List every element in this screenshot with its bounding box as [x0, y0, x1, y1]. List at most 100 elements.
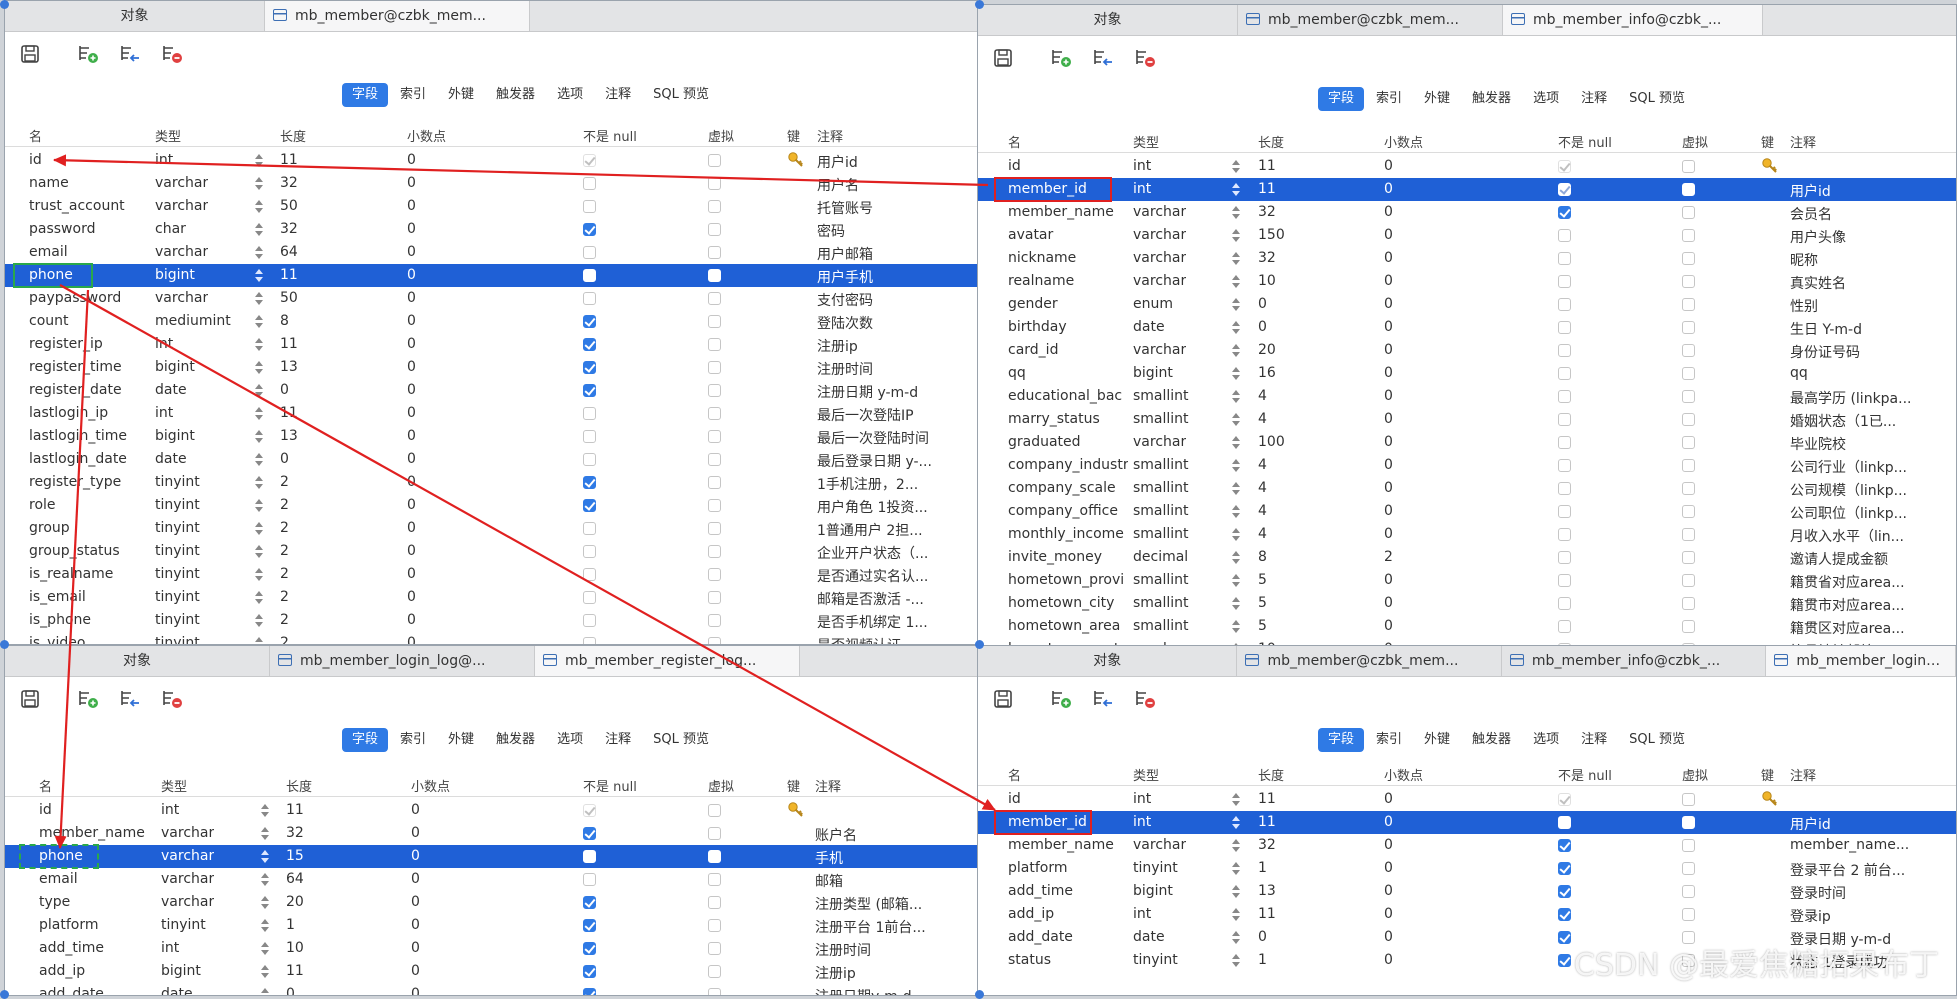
type-stepper-icon[interactable]	[255, 429, 263, 444]
field-name[interactable]: name	[29, 175, 149, 191]
field-comment[interactable]: 昵称	[1790, 250, 1930, 270]
field-decimals[interactable]: 0	[407, 152, 416, 168]
field-length[interactable]: 8	[1258, 549, 1267, 565]
field-decimals[interactable]: 0	[1384, 480, 1393, 496]
field-row[interactable]: register_time bigint 13 0 注册时间	[5, 356, 977, 379]
virtual-checkbox[interactable]	[1682, 183, 1695, 196]
field-type[interactable]: decimal	[1133, 549, 1188, 565]
field-name[interactable]: group_status	[29, 543, 149, 559]
field-decimals[interactable]: 0	[1384, 791, 1393, 807]
not-null-checkbox[interactable]	[583, 804, 596, 817]
not-null-checkbox[interactable]	[583, 223, 596, 236]
field-comment[interactable]: 托管账号	[817, 198, 957, 218]
field-type[interactable]: date	[155, 382, 187, 398]
field-decimals[interactable]: 0	[407, 290, 416, 306]
field-comment[interactable]: 用户手机	[817, 267, 957, 287]
field-length[interactable]: 150	[1258, 227, 1285, 243]
field-row[interactable]: count mediumint 8 0 登陆次数	[5, 310, 977, 333]
field-row[interactable]: group tinyint 2 0 1普通用户 2担...	[5, 517, 977, 540]
field-decimals[interactable]: 0	[407, 451, 416, 467]
field-decimals[interactable]: 0	[407, 382, 416, 398]
field-comment[interactable]: member_name...	[1790, 837, 1930, 853]
field-decimals[interactable]: 0	[407, 198, 416, 214]
tab-table-2[interactable]: mb_member_register_log...	[535, 646, 800, 676]
virtual-checkbox[interactable]	[708, 896, 721, 909]
virtual-checkbox[interactable]	[708, 568, 721, 581]
field-name[interactable]: avatar	[1008, 227, 1128, 243]
field-type[interactable]: tinyint	[155, 612, 200, 628]
field-decimals[interactable]: 0	[1384, 457, 1393, 473]
field-type[interactable]: varchar	[155, 244, 208, 260]
field-row[interactable]: name varchar 32 0 用户名	[5, 172, 977, 195]
field-type[interactable]: smallint	[1133, 388, 1189, 404]
field-row[interactable]: lastlogin_ip int 11 0 最后一次登陆IP	[5, 402, 977, 425]
field-name[interactable]: marry_status	[1008, 411, 1128, 427]
field-row[interactable]: email varchar 64 0 邮箱	[5, 868, 977, 891]
field-row[interactable]: register_date date 0 0 注册日期 y-m-d	[5, 379, 977, 402]
subtab-1[interactable]: 索引	[390, 728, 436, 752]
field-length[interactable]: 11	[1258, 158, 1276, 174]
column-header-cell[interactable]: 虚拟	[1682, 132, 1708, 151]
field-comment[interactable]: 1手机注册，2...	[817, 474, 957, 494]
field-type[interactable]: tinyint	[155, 566, 200, 582]
field-type[interactable]: tinyint	[1133, 952, 1178, 968]
field-length[interactable]: 13	[1258, 883, 1276, 899]
field-row[interactable]: phone bigint 11 0 用户手机	[5, 264, 977, 287]
field-type[interactable]: date	[1133, 929, 1165, 945]
field-row[interactable]: gender enum 0 0 性别	[978, 293, 1956, 316]
column-header-cell[interactable]: 长度	[280, 126, 306, 145]
field-decimals[interactable]: 0	[407, 175, 416, 191]
field-name[interactable]: group	[29, 520, 149, 536]
subtab-4[interactable]: 选项	[547, 83, 593, 107]
save-icon[interactable]	[992, 688, 1014, 710]
tab-table-1[interactable]: mb_member@czbk_mem...	[1238, 5, 1503, 35]
field-length[interactable]: 2	[280, 566, 289, 582]
column-header-cell[interactable]: 虚拟	[1682, 765, 1708, 784]
virtual-checkbox[interactable]	[708, 384, 721, 397]
type-stepper-icon[interactable]	[255, 613, 263, 628]
field-comment[interactable]: 生日 Y-m-d	[1790, 319, 1930, 339]
field-comment[interactable]: 注册日期 y-m-d	[817, 382, 957, 402]
subtab-0[interactable]: 字段	[342, 83, 389, 107]
field-name[interactable]: monthly_income	[1008, 526, 1128, 542]
field-decimals[interactable]: 0	[1384, 296, 1393, 312]
field-length[interactable]: 50	[280, 290, 298, 306]
column-header-cell[interactable]: 注释	[817, 126, 843, 145]
field-type[interactable]: tinyint	[155, 635, 200, 644]
field-comment[interactable]: 企业开户状态（...	[817, 543, 957, 563]
field-type[interactable]: char	[155, 221, 186, 237]
type-stepper-icon[interactable]	[1232, 619, 1240, 634]
field-comment[interactable]: 手机	[815, 848, 955, 868]
resize-handle[interactable]	[0, 640, 9, 649]
field-type[interactable]: varchar	[1133, 434, 1186, 450]
resize-handle[interactable]	[0, 990, 9, 999]
field-comment[interactable]: 身份证号码	[1790, 342, 1930, 362]
field-name[interactable]: member_name	[1008, 837, 1128, 853]
not-null-checkbox[interactable]	[1558, 505, 1571, 518]
field-decimals[interactable]: 0	[1384, 929, 1393, 945]
not-null-checkbox[interactable]	[583, 384, 596, 397]
field-decimals[interactable]: 0	[411, 871, 420, 887]
field-comment[interactable]: 1普通用户 2担...	[817, 520, 957, 540]
not-null-checkbox[interactable]	[1558, 574, 1571, 587]
virtual-checkbox[interactable]	[1682, 505, 1695, 518]
field-comment[interactable]: 用户名	[817, 175, 957, 195]
field-comment[interactable]: 公司规模（linkp...	[1790, 480, 1930, 500]
add-field-icon[interactable]	[77, 43, 99, 65]
field-type[interactable]: tinyint	[155, 589, 200, 605]
virtual-checkbox[interactable]	[708, 591, 721, 604]
column-header-cell[interactable]: 长度	[1258, 132, 1284, 151]
field-length[interactable]: 11	[286, 802, 304, 818]
field-comment[interactable]: 登录平台 2 前台...	[1790, 860, 1930, 880]
field-comment[interactable]: 用户id	[1790, 181, 1930, 201]
field-decimals[interactable]: 0	[1384, 204, 1393, 220]
virtual-checkbox[interactable]	[708, 269, 721, 282]
virtual-checkbox[interactable]	[708, 637, 721, 644]
not-null-checkbox[interactable]	[1558, 367, 1571, 380]
not-null-checkbox[interactable]	[1558, 275, 1571, 288]
type-stepper-icon[interactable]	[1232, 297, 1240, 312]
field-length[interactable]: 4	[1258, 457, 1267, 473]
field-name[interactable]: add_date	[1008, 929, 1128, 945]
field-type[interactable]: date	[1133, 319, 1165, 335]
virtual-checkbox[interactable]	[708, 476, 721, 489]
